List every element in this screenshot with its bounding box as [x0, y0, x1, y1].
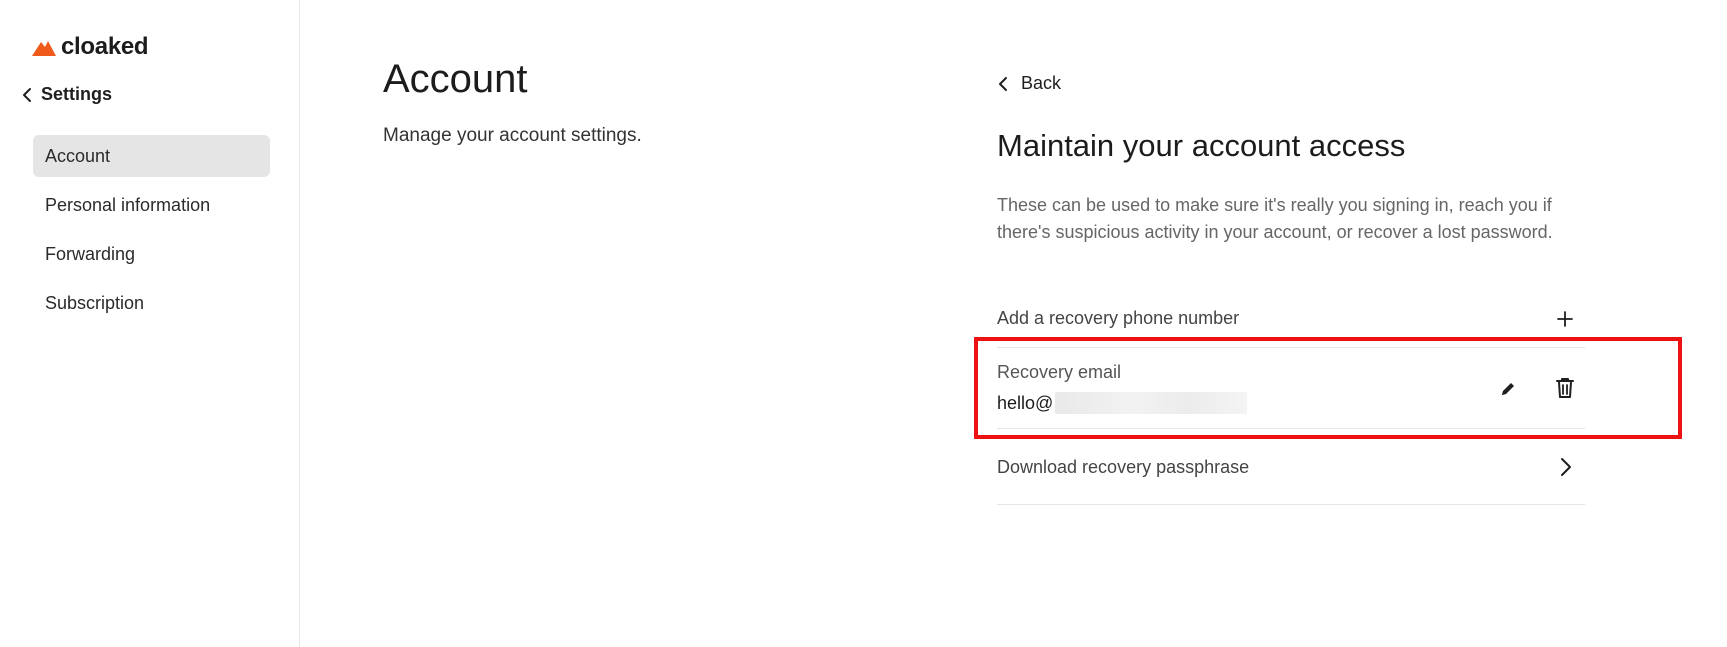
sidebar-item-account[interactable]: Account — [33, 135, 270, 177]
sidebar-item-label: Forwarding — [45, 243, 136, 264]
pencil-icon — [1502, 383, 1514, 395]
chevron-left-icon — [999, 76, 1007, 91]
sidebar-item-subscription[interactable]: Subscription — [33, 282, 270, 324]
delete-email-button[interactable] — [1551, 374, 1579, 402]
page-title: Account — [383, 57, 528, 101]
sidebar-item-label: Subscription — [45, 292, 145, 313]
page-subtitle: Manage your account settings. — [383, 125, 642, 146]
sidebar-item-personal-information[interactable]: Personal information — [33, 184, 270, 226]
add-recovery-phone-label: Add a recovery phone number — [997, 308, 1240, 328]
sidebar-item-forwarding[interactable]: Forwarding — [33, 233, 270, 275]
chevron-left-icon — [23, 87, 31, 102]
redacted-email-blur — [1055, 392, 1248, 414]
brand-name: cloaked — [61, 33, 149, 60]
chevron-right-icon — [1561, 458, 1571, 476]
recovery-email-row: Recovery email hello@ — [997, 349, 1585, 429]
edit-email-button[interactable] — [1494, 375, 1522, 403]
recovery-email-label: Recovery email — [997, 362, 1122, 382]
sidebar: cloaked Settings Account Personal inform… — [0, 0, 300, 647]
sidebar-item-label: Personal information — [45, 194, 211, 215]
add-recovery-phone-row[interactable]: Add a recovery phone number — [997, 290, 1585, 348]
settings-back-label: Settings — [41, 84, 113, 104]
recovery-email-value: hello@ — [997, 392, 1248, 414]
sidebar-item-label: Account — [45, 145, 111, 166]
plus-icon[interactable] — [1555, 309, 1575, 329]
settings-back-link[interactable]: Settings — [21, 84, 112, 105]
download-passphrase-row[interactable]: Download recovery passphrase — [997, 430, 1585, 505]
settings-page: cloaked Settings Account Personal inform… — [0, 0, 1727, 647]
settings-nav: Account Personal information Forwarding … — [33, 135, 270, 331]
trash-icon — [1556, 378, 1574, 398]
recovery-email-text: hello@ — [997, 392, 1054, 413]
panel-description: These can be used to make sure it's real… — [997, 195, 1553, 242]
brand-logo[interactable]: cloaked — [31, 33, 149, 61]
download-passphrase-label: Download recovery passphrase — [997, 456, 1250, 477]
back-label: Back — [1021, 73, 1062, 93]
back-link[interactable]: Back — [997, 73, 1061, 94]
cloaked-logo-icon — [32, 41, 56, 56]
panel-title: Maintain your account access — [997, 128, 1406, 163]
